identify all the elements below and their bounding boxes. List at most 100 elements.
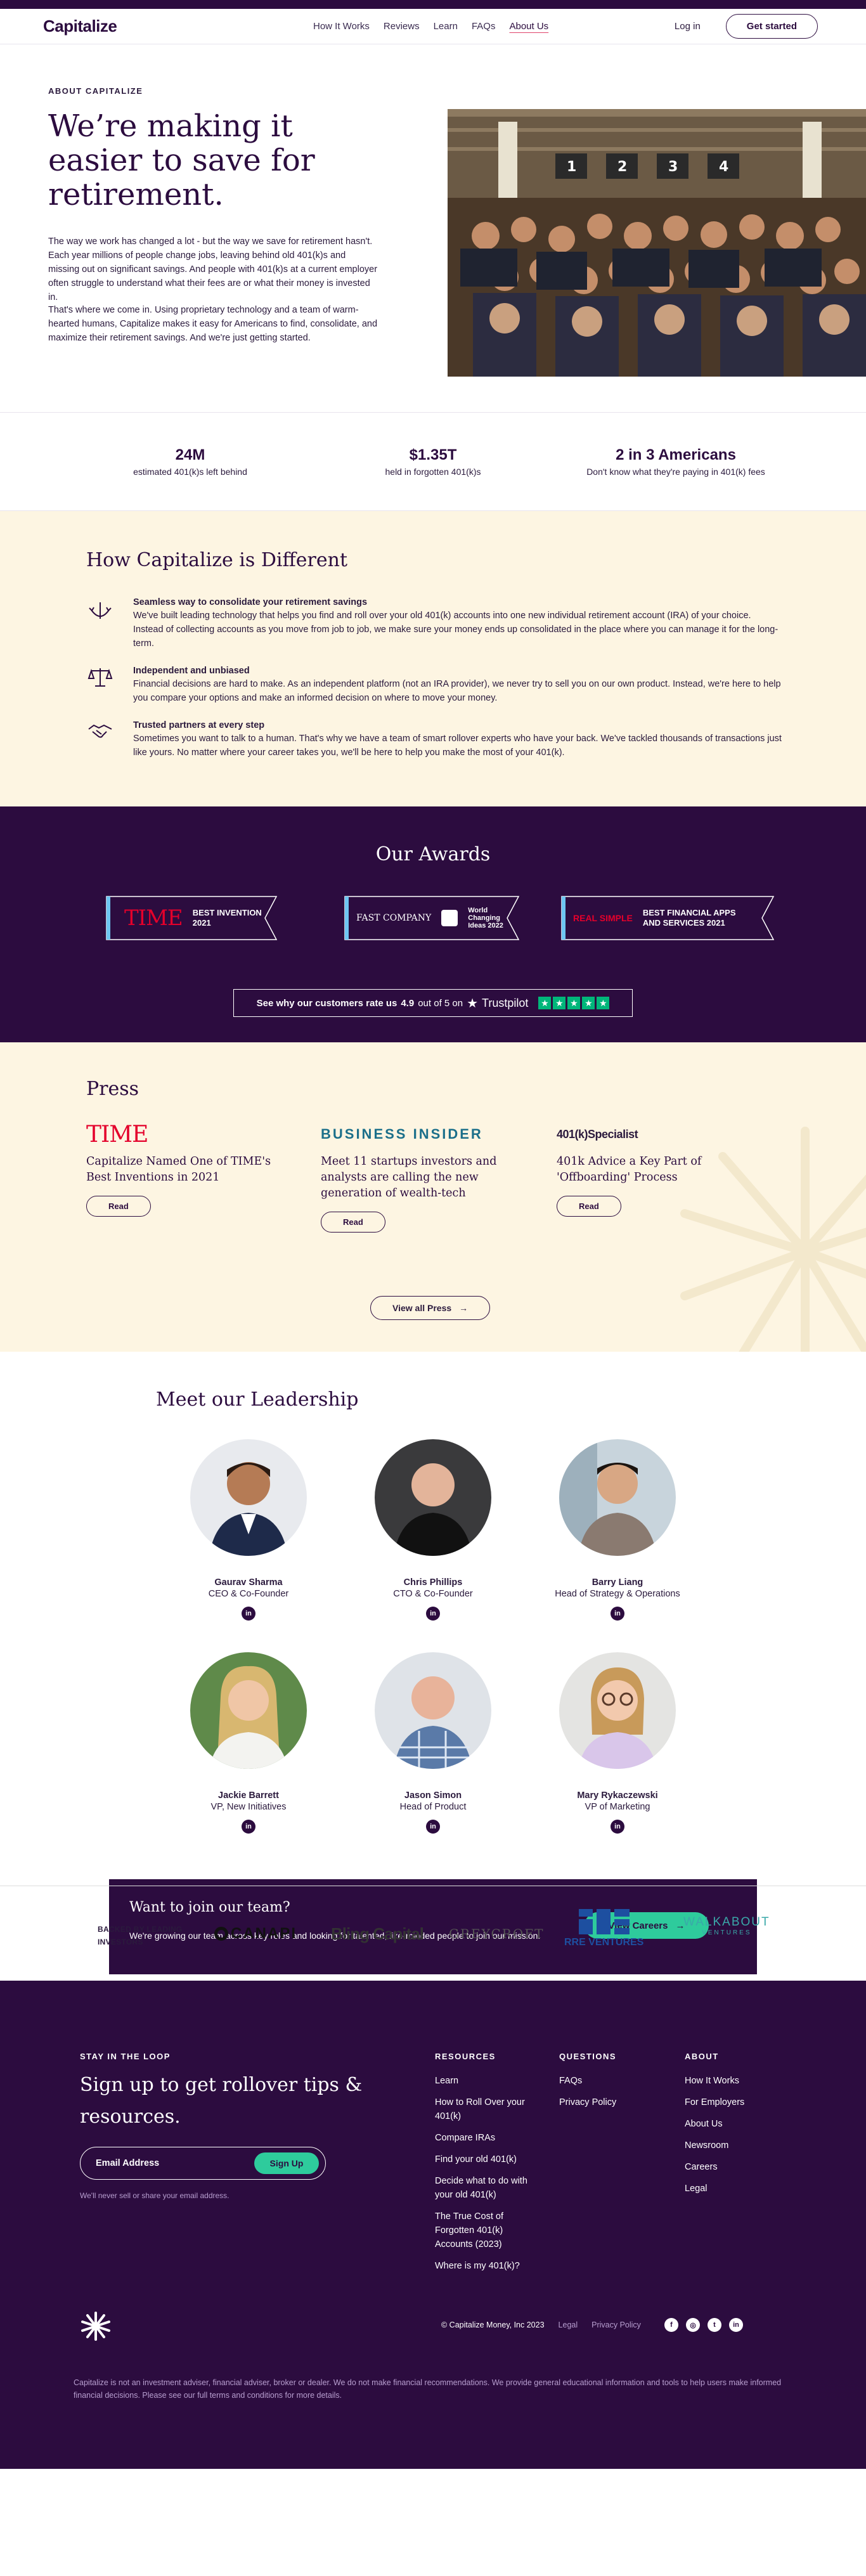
canapi-icon — [214, 1927, 228, 1941]
footer-link[interactable]: Decide what to do with your old 401(k) — [435, 2174, 536, 2202]
read-button[interactable]: Read — [86, 1196, 151, 1217]
footer-link[interactable]: FAQs — [559, 2074, 673, 2088]
rre-icon — [578, 1909, 630, 1934]
stat-number: 2 in 3 Americans — [616, 446, 736, 463]
nav-learn[interactable]: Learn — [434, 21, 458, 32]
read-button[interactable]: Read — [557, 1196, 621, 1217]
linkedin-icon[interactable]: in — [426, 1607, 440, 1621]
press-brand-401k-specialist: 401(k)Specialist — [557, 1127, 638, 1141]
leader-card: Jackie Barrett VP, New Initiatives in — [166, 1652, 331, 1834]
instagram-icon[interactable]: ◎ — [686, 2318, 700, 2332]
footer-link[interactable]: How to Roll Over your 401(k) — [435, 2095, 536, 2123]
email-field[interactable]: Email Address Sign Up — [80, 2147, 326, 2180]
leader-role: Head of Product — [399, 1802, 467, 1812]
login-link[interactable]: Log in — [675, 21, 701, 32]
svg-text:2: 2 — [617, 159, 627, 175]
twitter-icon[interactable]: t — [708, 2318, 721, 2332]
footer-headline: Sign up to get rollover tips & resources… — [80, 2074, 363, 2128]
footer-link[interactable]: About Us — [685, 2117, 799, 2131]
press-headline: Capitalize Named One of TIME's Best Inve… — [86, 1155, 271, 1184]
leader-role: CEO & Co-Founder — [208, 1589, 289, 1599]
copyright-row: © Capitalize Money, Inc 2023 Legal Priva… — [441, 2320, 641, 2329]
linkedin-icon[interactable]: in — [611, 1820, 624, 1834]
leader-role: Head of Strategy & Operations — [555, 1589, 680, 1599]
footer-link[interactable]: Learn — [435, 2074, 536, 2088]
leader-card: Mary Rykaczewski VP of Marketing in — [535, 1652, 700, 1834]
press-headline: Meet 11 startups investors and analysts … — [321, 1155, 497, 1200]
view-all-press-button[interactable]: View all Press → — [370, 1296, 491, 1320]
linkedin-icon[interactable]: in — [426, 1820, 440, 1834]
leader-card: Gaurav Sharma CEO & Co-Founder in — [166, 1439, 331, 1621]
investors-label: BACKED BY LEADING INVESTORS — [98, 1925, 183, 1946]
view-all-press-label: View all Press — [392, 1303, 452, 1313]
linkedin-icon[interactable]: in — [242, 1607, 255, 1621]
feature-item: Trusted partners at every step Sometimes… — [86, 720, 784, 760]
footer-link[interactable]: Legal — [685, 2182, 799, 2196]
feature-desc: We've built leading technology that help… — [133, 611, 779, 649]
stat-label: Don't know what they're paying in 401(k)… — [586, 467, 765, 477]
footer-link[interactable]: Compare IRAs — [435, 2131, 536, 2145]
feature-desc: Financial decisions are hard to make. As… — [133, 679, 781, 703]
scale-icon — [86, 666, 114, 694]
arrow-right-icon: → — [459, 1303, 469, 1313]
leader-name: Jackie Barrett — [218, 1790, 279, 1801]
nav-reviews[interactable]: Reviews — [384, 21, 420, 32]
award-text: BEST INVENTION 2021 — [192, 908, 262, 928]
footer-link[interactable]: Careers — [685, 2160, 799, 2174]
section-title: How Capitalize is Different — [86, 549, 348, 571]
leader-role: VP, New Initiatives — [210, 1802, 287, 1812]
legal-link[interactable]: Legal — [559, 2320, 578, 2329]
press-headline: 401k Advice a Key Part of 'Offboarding' … — [557, 1155, 702, 1184]
trust-brand: Trustpilot — [482, 996, 529, 1009]
avatar — [559, 1652, 676, 1769]
nav-about-us[interactable]: About Us — [509, 21, 548, 32]
linkedin-icon[interactable]: in — [611, 1607, 624, 1621]
award-text: World Changing Ideas 2022 — [468, 907, 503, 929]
linkedin-icon[interactable]: in — [242, 1820, 255, 1834]
section-title: Meet our Leadership — [156, 1388, 359, 1411]
trustpilot-banner[interactable]: See why our customers rate us 4.9 out of… — [233, 989, 633, 1017]
footer-link[interactable]: The True Cost of Forgotten 401(k) Accoun… — [435, 2210, 536, 2251]
stat-label: estimated 401(k)s left behind — [133, 467, 247, 477]
stat-label: held in forgotten 401(k)s — [385, 467, 481, 477]
sign-up-button[interactable]: Sign Up — [254, 2152, 319, 2174]
star-icon: ★ — [538, 997, 552, 1009]
footer-link[interactable]: Find your old 401(k) — [435, 2152, 536, 2166]
read-button[interactable]: Read — [321, 1212, 385, 1233]
avatar — [190, 1652, 307, 1769]
press-brand-business-insider: BUSINESS INSIDER — [321, 1126, 483, 1142]
award-brand-fastcompany: FAST COMPANY — [356, 913, 432, 923]
svg-text:4: 4 — [719, 159, 728, 175]
footer-link[interactable]: Privacy Policy — [559, 2095, 673, 2109]
disclaimer: Capitalize is not an investment adviser,… — [74, 2378, 782, 2400]
trust-text: See why our customers rate us — [256, 997, 397, 1009]
privacy-link[interactable]: Privacy Policy — [591, 2320, 641, 2329]
avatar — [375, 1652, 491, 1769]
award-badge: REAL SIMPLE BEST FINANCIAL APPS AND SERV… — [560, 895, 776, 941]
capitalize-burst-logo[interactable] — [80, 2310, 112, 2342]
feature-item: Seamless way to consolidate your retirem… — [86, 597, 784, 650]
leader-role: VP of Marketing — [585, 1802, 650, 1812]
linkedin-icon[interactable]: in — [729, 2318, 743, 2332]
copyright-text: © Capitalize Money, Inc 2023 — [441, 2320, 545, 2329]
investor-logo-rre: RRE VENTURES — [564, 1909, 643, 1960]
email-placeholder: Email Address — [96, 2158, 160, 2168]
nav-faqs[interactable]: FAQs — [472, 21, 496, 32]
facebook-icon[interactable]: f — [664, 2318, 678, 2332]
star-icon: ★ — [597, 997, 610, 1009]
footer-link[interactable]: For Employers — [685, 2095, 799, 2109]
leader-card: Jason Simon Head of Product in — [351, 1652, 515, 1834]
footer-bottom: © Capitalize Money, Inc 2023 Legal Priva… — [80, 2310, 777, 2342]
get-started-button[interactable]: Get started — [725, 14, 818, 39]
avatar — [559, 1439, 676, 1556]
footer-link[interactable]: How It Works — [685, 2074, 799, 2088]
footer-link[interactable]: Where is my 401(k)? — [435, 2259, 536, 2273]
logo[interactable]: Capitalize — [43, 16, 117, 36]
nav-how-it-works[interactable]: How It Works — [313, 21, 370, 32]
press-card: 401(k)Specialist 401k Advice a Key Part … — [557, 1122, 747, 1217]
star-icon: ★ — [553, 997, 566, 1009]
award-brand-time: TIME — [124, 905, 183, 931]
footer-link[interactable]: Newsroom — [685, 2139, 799, 2152]
investor-logo-walkabout: WALKABOUT VENTURES — [683, 1915, 770, 1936]
social-links: f ◎ t in — [664, 2318, 743, 2332]
